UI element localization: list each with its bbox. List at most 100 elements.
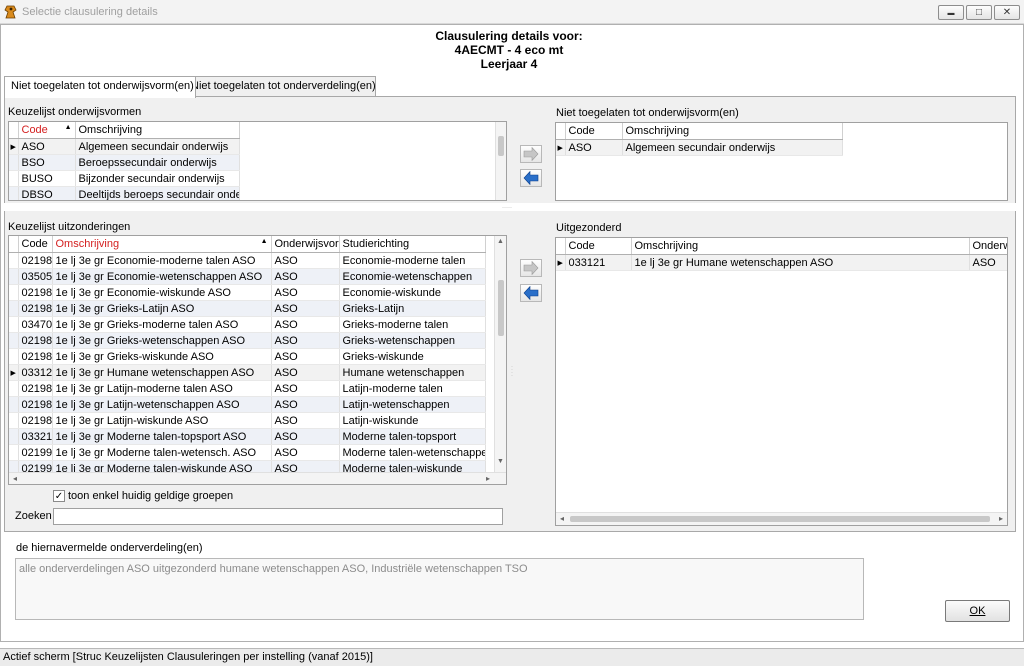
cell-code: 021988 (18, 412, 53, 429)
table-row[interactable]: 0219851e lj 3e gr Grieks-wiskunde ASOASO… (9, 348, 486, 365)
horizontal-scrollbar[interactable]: ◂ ▸ (9, 472, 506, 484)
close-button[interactable]: ✕ (994, 5, 1020, 20)
table-row[interactable]: 0219831e lj 3e gr Grieks-Latijn ASOASOGr… (9, 300, 486, 317)
table-row[interactable]: 0347051e lj 3e gr Grieks-moderne talen A… (9, 316, 486, 333)
cell-onderwijsvorm: ASO (271, 300, 340, 317)
cell-code: 021981 (18, 252, 53, 269)
cell-code: 035051 (18, 268, 53, 285)
ok-button[interactable]: OK (945, 600, 1010, 622)
column-header-onderwijsvorm[interactable]: Onderwi (969, 238, 1007, 255)
cell-code: 021986 (18, 380, 53, 397)
table-row[interactable]: DBSODeeltijds beroeps secundair onderwij… (9, 186, 240, 200)
column-header-code[interactable]: Code (565, 123, 623, 140)
valid-groups-label[interactable]: toon enkel huidig geldige groepen (68, 490, 233, 502)
column-header-code[interactable]: Code ▲ (18, 122, 76, 139)
column-header-code[interactable]: Code (18, 236, 53, 253)
table-row[interactable]: 0219841e lj 3e gr Grieks-wetenschappen A… (9, 332, 486, 349)
column-header-omschrijving[interactable]: Omschrijving ▲ (52, 236, 272, 253)
scroll-left-icon[interactable]: ◂ (13, 474, 17, 483)
valid-groups-checkbox[interactable]: ✓ (53, 490, 65, 502)
row-indicator (9, 332, 19, 349)
scroll-thumb[interactable] (570, 516, 990, 522)
horizontal-splitter[interactable]: ····· (4, 203, 1016, 211)
scroll-left-icon[interactable]: ◂ (560, 514, 564, 523)
cell-studierichting: Grieks-moderne talen (339, 316, 486, 333)
cell-omschrijving: 1e lj 3e gr Moderne talen-topsport ASO (52, 428, 272, 445)
vertical-scrollbar[interactable] (495, 122, 506, 200)
splitter-grip-icon: ····· (502, 205, 512, 211)
row-indicator (9, 300, 19, 317)
app-logo-icon (4, 5, 17, 19)
table-row[interactable]: ▶0331211e lj 3e gr Humane wetenschappen … (9, 364, 486, 381)
table-row[interactable]: BUSO Bijzonder secundair onderwijs (9, 170, 240, 187)
scroll-right-icon[interactable]: ▸ (486, 474, 490, 483)
table-row[interactable]: ▶0331211e lj 3e gr Humane wetenschappen … (556, 254, 1007, 271)
add-uitzondering-button[interactable] (520, 259, 542, 277)
search-input[interactable] (53, 508, 503, 525)
scroll-up-icon[interactable]: ▲ (497, 238, 504, 245)
table-row[interactable]: 0219901e lj 3e gr Moderne talen-wetensch… (9, 444, 486, 461)
uitzonderingen-grid[interactable]: Code Omschrijving▲ Onderwijsvorm Studier… (8, 235, 507, 485)
row-indicator (9, 170, 19, 187)
header-line-1: Clausulering details voor: (435, 29, 583, 43)
cell-studierichting: Moderne talen-topsport (339, 428, 486, 445)
arrow-right-icon (523, 261, 539, 275)
cell-omschrijving: 1e lj 3e gr Latijn-wiskunde ASO (52, 412, 272, 429)
niet-toegelaten-grid[interactable]: Code Omschrijving ▶ ASO Algemeen secundair… (555, 122, 1008, 201)
column-header-studierichting[interactable]: Studierichting (339, 236, 486, 253)
tab-onderwijsvorm[interactable]: Niet toegelaten tot onderwijsvorm(en) (4, 76, 196, 98)
row-indicator (9, 396, 19, 413)
table-row[interactable]: 0219881e lj 3e gr Latijn-wiskunde ASOASO… (9, 412, 486, 429)
remove-onderwijsvorm-button[interactable] (520, 169, 542, 187)
column-header-onderwijsvorm[interactable]: Onderwijsvorm (271, 236, 340, 253)
cell-omschrijving: 1e lj 3e gr Grieks-moderne talen ASO (52, 316, 272, 333)
uitgezonderd-grid[interactable]: Code Omschrijving Onderwi ▶0331211e lj 3… (555, 237, 1008, 526)
vertical-splitter-grip-icon[interactable]: · · · · (511, 364, 514, 379)
add-onderwijsvorm-button[interactable] (520, 145, 542, 163)
remove-uitzondering-button[interactable] (520, 284, 542, 302)
window-title: Selectie clausulering details (22, 6, 158, 18)
row-indicator-header (9, 236, 19, 253)
maximize-button[interactable]: □ (966, 5, 992, 20)
horizontal-scrollbar[interactable]: ◂ ▸ (556, 512, 1007, 525)
cell-omschrijving: Algemeen secundair onderwijs (75, 138, 240, 155)
row-indicator (9, 348, 19, 365)
table-row[interactable]: ▶ ASO Algemeen secundair onderwijs (9, 138, 240, 155)
tab-onderverdeling[interactable]: Niet toegelaten tot onderverdeling(en) (184, 76, 376, 97)
cell-omschrijving: 1e lj 3e gr Humane wetenschappen ASO (52, 364, 272, 381)
vertical-scrollbar[interactable]: ▲ ▼ (494, 236, 506, 472)
cell-omschrijving: 1e lj 3e gr Moderne talen-wetensch. ASO (52, 444, 272, 461)
onderwijsvormen-grid[interactable]: Code ▲ Omschrijving ▶ ASO Algemeen secundai… (8, 121, 507, 201)
row-indicator (9, 284, 19, 301)
scroll-right-icon[interactable]: ▸ (999, 514, 1003, 523)
cell-studierichting: Latijn-moderne talen (339, 380, 486, 397)
table-row[interactable]: 0219871e lj 3e gr Latijn-wetenschappen A… (9, 396, 486, 413)
table-row[interactable]: 0219821e lj 3e gr Economie-wiskunde ASOA… (9, 284, 486, 301)
table-row[interactable]: 0332131e lj 3e gr Moderne talen-topsport… (9, 428, 486, 445)
cell-code: 021984 (18, 332, 53, 349)
row-indicator (9, 444, 19, 461)
cell-onderwijsvorm: ASO (271, 396, 340, 413)
checkmark-icon: ✓ (54, 491, 64, 502)
table-row[interactable]: BSO Beroepssecundair onderwijs (9, 154, 240, 171)
scroll-thumb[interactable] (498, 136, 504, 156)
table-row[interactable]: 0219861e lj 3e gr Latijn-moderne talen A… (9, 380, 486, 397)
row-indicator (9, 252, 19, 269)
table-row[interactable]: 0219811e lj 3e gr Economie-moderne talen… (9, 252, 486, 269)
tab-strip: Niet toegelaten tot onderwijsvorm(en) Ni… (4, 76, 1016, 98)
cell-omschrijving: 1e lj 3e gr Economie-wetenschappen ASO (52, 268, 272, 285)
column-header-omschrijving[interactable]: Omschrijving (622, 123, 843, 140)
column-header-omschrijving[interactable]: Omschrijving (75, 122, 240, 139)
scroll-down-icon[interactable]: ▼ (497, 458, 504, 465)
minimize-button[interactable]: ▬ (938, 5, 964, 20)
column-header-omschrijving[interactable]: Omschrijving (631, 238, 970, 255)
table-row[interactable]: ▶ ASO Algemeen secundair onderwijs (556, 139, 843, 156)
arrow-left-icon (523, 286, 539, 300)
sort-asc-icon: ▲ (260, 238, 268, 245)
scroll-thumb[interactable] (498, 280, 504, 336)
table-row[interactable]: 0350511e lj 3e gr Economie-wetenschappen… (9, 268, 486, 285)
column-header-code[interactable]: Code (565, 238, 632, 255)
sort-asc-icon: ▲ (64, 124, 72, 131)
onderverdeling-textarea[interactable]: alle onderverdelingen ASO uitgezonderd h… (15, 558, 864, 620)
close-icon: ✕ (1002, 7, 1012, 18)
